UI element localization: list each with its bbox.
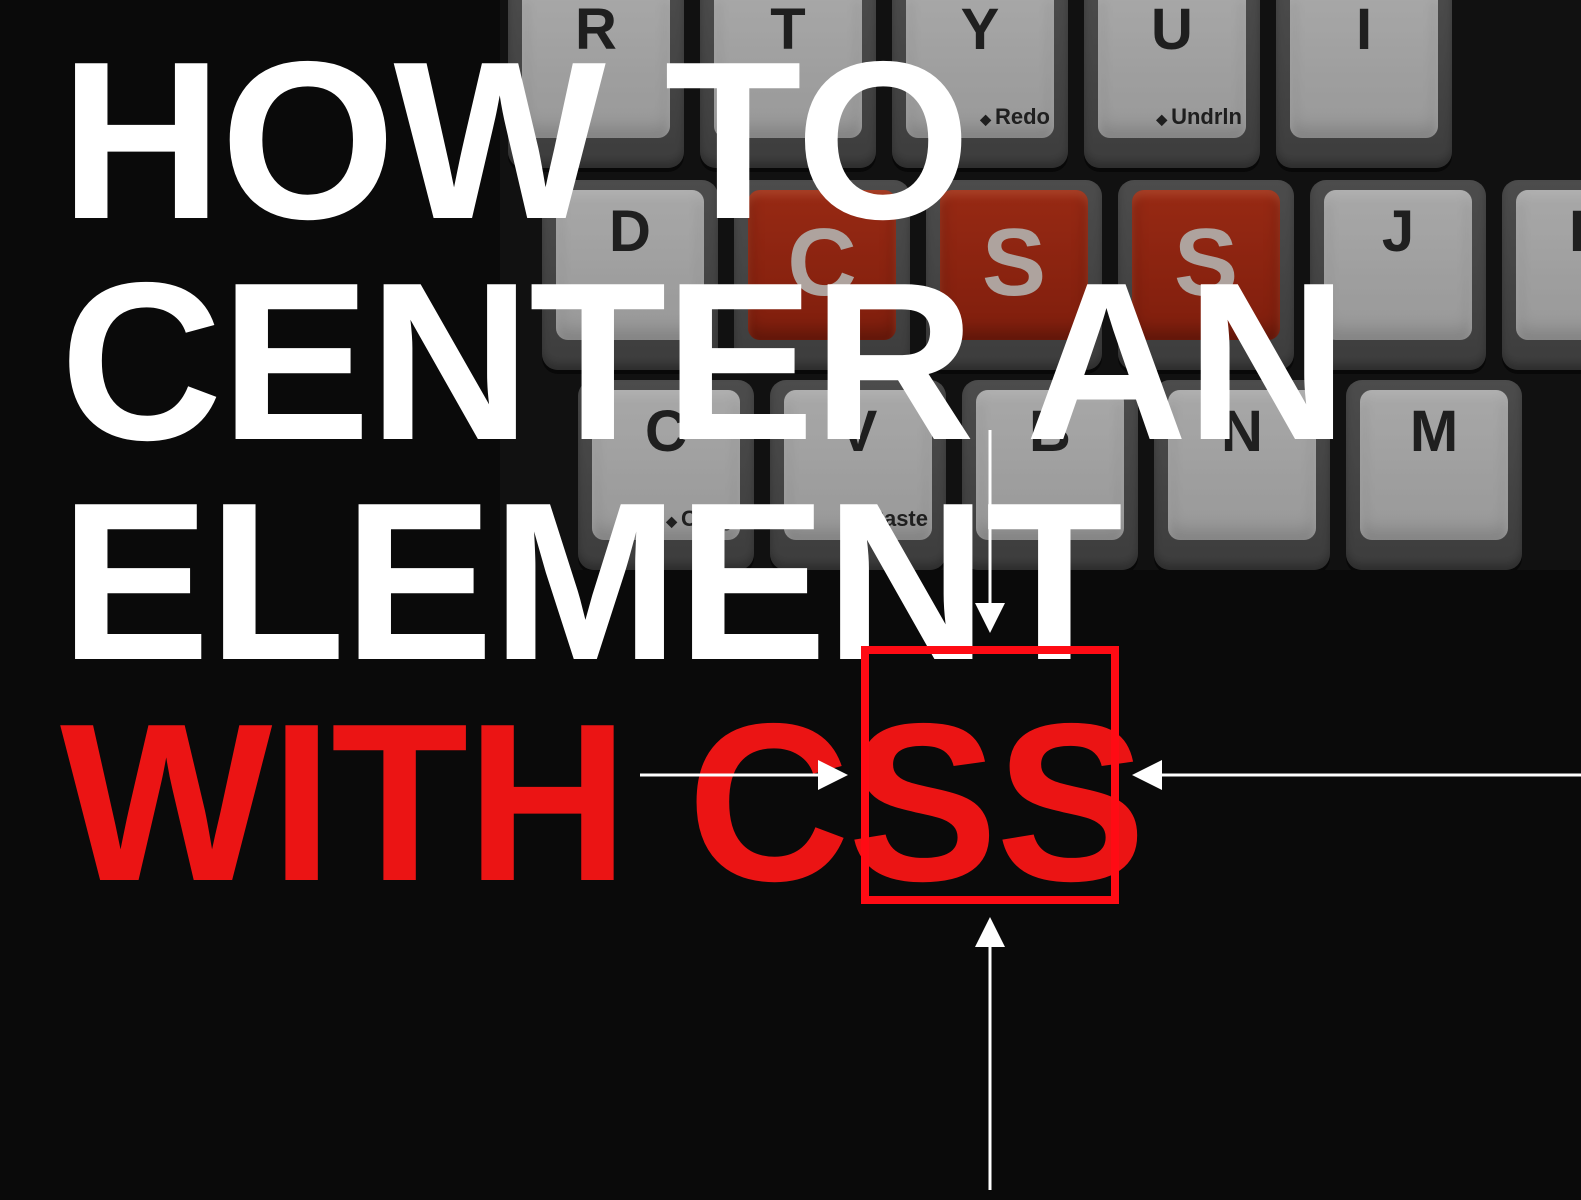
headline-line-3: ELEMENT <box>60 471 1541 692</box>
headline-line-2: CENTER AN <box>60 251 1541 472</box>
headline: HOW TO CENTER AN ELEMENT WITH CSS <box>60 30 1541 912</box>
headline-line-1: HOW TO <box>60 30 1541 251</box>
headline-line-4: WITH CSS <box>60 692 1541 913</box>
poster-stage: RTYRedoUUndrlnI DCSSJK CCopyVPasteBBoldN… <box>0 0 1581 1200</box>
